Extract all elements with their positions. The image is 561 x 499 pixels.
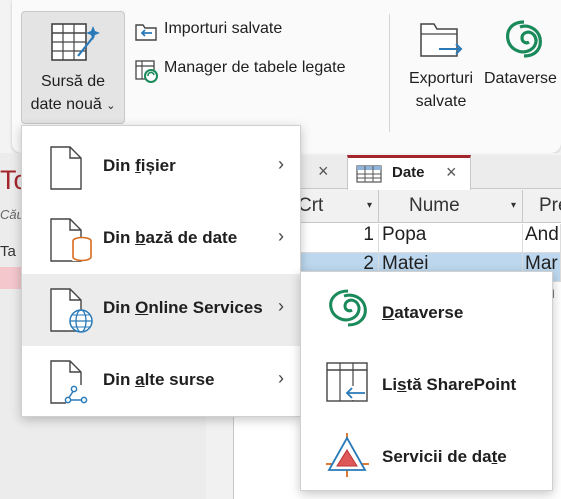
sharepoint-list-icon (325, 360, 371, 411)
column-header-prenume[interactable]: Pre (523, 190, 561, 223)
menu-item-from-database[interactable]: Din bază de date › (22, 204, 300, 276)
chevron-right-icon: › (278, 226, 284, 246)
saved-exports-icon (420, 23, 463, 57)
menu-item-from-online-services[interactable]: Din Online Services › (22, 274, 300, 346)
table-cell[interactable]: Popa (379, 224, 523, 253)
dataverse-icon (506, 20, 542, 58)
online-services-icon (48, 287, 96, 338)
menu-item-from-file[interactable]: Din fișier › (22, 132, 300, 204)
submenu-item-label: Dataverse (382, 303, 464, 322)
linked-table-manager-label: Manager de tabele legate (164, 59, 346, 76)
tab-date-close-icon[interactable]: × (446, 162, 457, 183)
submenu-item-data-services[interactable]: Servicii de date (301, 416, 552, 488)
chevron-down-icon: ⌄ (106, 100, 116, 112)
table-cell[interactable]: And (523, 224, 561, 253)
submenu-item-dataverse[interactable]: Dataverse (301, 272, 552, 344)
ribbon-separator (389, 14, 390, 132)
file-icon (48, 145, 84, 196)
tab-date[interactable]: Date × (347, 155, 471, 190)
menu-item-label: Din Online Services (103, 298, 263, 317)
column-filter-icon[interactable]: ▾ (367, 200, 372, 211)
submenu-item-label: Servicii de date (382, 447, 507, 466)
nav-pane-tables-header[interactable]: Ta (0, 243, 16, 260)
menu-item-label: Din fișier (103, 156, 176, 175)
saved-imports-label: Importuri salvate (164, 20, 283, 37)
column-header-nume[interactable]: Nume ▾ (379, 190, 523, 223)
new-source-label-1: Sursă de (40, 73, 106, 90)
nav-table-item-selected[interactable] (0, 267, 22, 289)
other-sources-icon (48, 359, 96, 410)
chevron-right-icon: › (278, 154, 284, 174)
column-filter-icon[interactable]: ▾ (511, 200, 516, 211)
submenu-item-sharepoint-list[interactable]: Listă SharePoint (301, 344, 552, 416)
saved-exports-button[interactable]: Exporturi salvate (402, 18, 480, 113)
saved-exports-label-2: salvate (415, 93, 467, 110)
dataverse-ribbon-button[interactable]: Dataverse (484, 18, 561, 90)
saved-exports-label-1: Exporturi (408, 70, 474, 87)
table-icon (356, 165, 382, 183)
table-sparkle-icon (50, 20, 100, 71)
nav-table-item[interactable] (0, 302, 22, 324)
online-services-submenu: Dataverse Listă SharePoint Servicii de d… (300, 271, 553, 491)
new-data-source-button[interactable]: Sursă de date nouă ⌄ (21, 11, 125, 124)
data-services-icon (325, 432, 371, 483)
column-header-label: Crt (298, 195, 324, 216)
tab-date-label: Date (392, 164, 425, 181)
chevron-right-icon: › (278, 296, 284, 316)
chevron-right-icon: › (278, 368, 284, 388)
new-source-label-2: date nouă (30, 96, 102, 113)
menu-item-label: Din bază de date (103, 228, 238, 247)
dataverse-ribbon-label: Dataverse (484, 70, 557, 87)
linked-table-manager-icon (135, 60, 158, 83)
submenu-item-label: Listă SharePoint (382, 375, 517, 394)
saved-imports-icon (135, 24, 157, 41)
menu-item-label: Din alte surse (103, 370, 215, 389)
menu-item-from-other-sources[interactable]: Din alte surse › (22, 346, 300, 418)
new-data-source-menu: Din fișier › Din bază de date › Din Onli… (21, 125, 301, 417)
database-file-icon (48, 217, 96, 268)
column-header-label: Nume (409, 195, 460, 216)
column-header-label: Pre (539, 195, 561, 216)
dataverse-icon (325, 288, 371, 333)
tab-close-icon[interactable]: × (318, 161, 329, 182)
